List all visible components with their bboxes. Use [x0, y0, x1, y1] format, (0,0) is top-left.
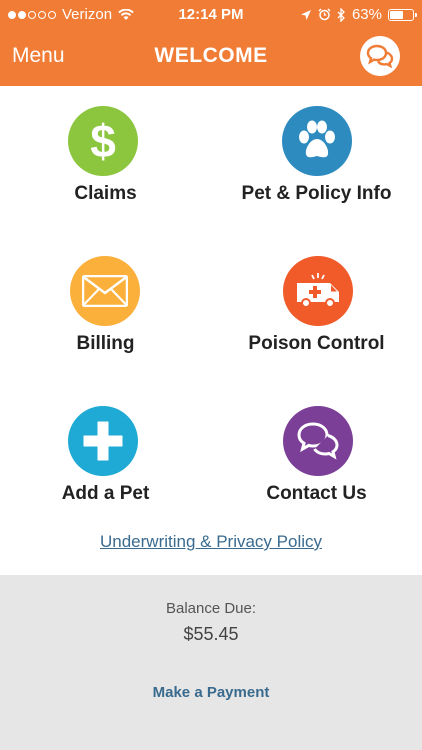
header: Verizon 12:14 PM 63% Menu WELCOME	[0, 0, 422, 86]
nav-bar: Menu WELCOME	[0, 30, 422, 86]
envelope-icon	[82, 275, 128, 307]
billing-tile[interactable]: Billing	[0, 236, 211, 386]
contact-us-tile[interactable]: Contact Us	[211, 386, 422, 536]
status-bar: Verizon 12:14 PM 63%	[0, 0, 422, 30]
chat-bubbles-icon	[297, 422, 339, 460]
bluetooth-icon	[337, 7, 345, 22]
chat-button[interactable]	[360, 36, 400, 76]
poison-control-icon-circle	[283, 256, 353, 326]
claims-label: Claims	[74, 183, 137, 204]
claims-icon-circle: $	[68, 106, 138, 176]
contact-us-icon-circle	[283, 406, 353, 476]
add-a-pet-tile[interactable]: Add a Pet	[0, 386, 211, 536]
dollar-icon: $	[90, 117, 116, 165]
pet-policy-label: Pet & Policy Info	[241, 183, 392, 204]
battery-percent: 63%	[351, 6, 382, 23]
menu-grid: $ Claims Pet & Policy Info Billing Poiso…	[0, 86, 422, 526]
pet-policy-icon-circle	[282, 106, 352, 176]
billing-icon-circle	[70, 256, 140, 326]
poison-control-tile[interactable]: Poison Control	[211, 236, 422, 386]
make-payment-link[interactable]: Make a Payment	[0, 684, 422, 701]
add-pet-label: Add a Pet	[61, 483, 150, 504]
paw-icon	[299, 120, 335, 158]
plus-icon	[83, 421, 123, 461]
alarm-icon	[318, 8, 331, 21]
svg-text:$: $	[90, 117, 116, 165]
chat-bubbles-icon	[366, 44, 394, 68]
balance-footer: Balance Due: $55.45 Make a Payment	[0, 575, 422, 750]
battery-icon	[388, 8, 417, 21]
status-right: 63%	[300, 6, 417, 23]
billing-label: Billing	[76, 333, 135, 354]
location-arrow-icon	[300, 9, 311, 20]
poison-control-label: Poison Control	[248, 333, 385, 354]
balance-amount: $55.45	[183, 624, 239, 644]
contact-us-label: Contact Us	[266, 483, 367, 504]
claims-tile[interactable]: $ Claims	[0, 86, 211, 236]
ambulance-icon	[297, 273, 339, 308]
policy-link-row: Underwriting & Privacy Policy	[0, 532, 422, 552]
pet-policy-info-tile[interactable]: Pet & Policy Info	[211, 86, 422, 236]
menu-button[interactable]: Menu	[12, 44, 65, 68]
balance-label: Balance Due:	[165, 600, 257, 617]
underwriting-privacy-link[interactable]: Underwriting & Privacy Policy	[100, 532, 322, 551]
add-pet-icon-circle	[68, 406, 138, 476]
